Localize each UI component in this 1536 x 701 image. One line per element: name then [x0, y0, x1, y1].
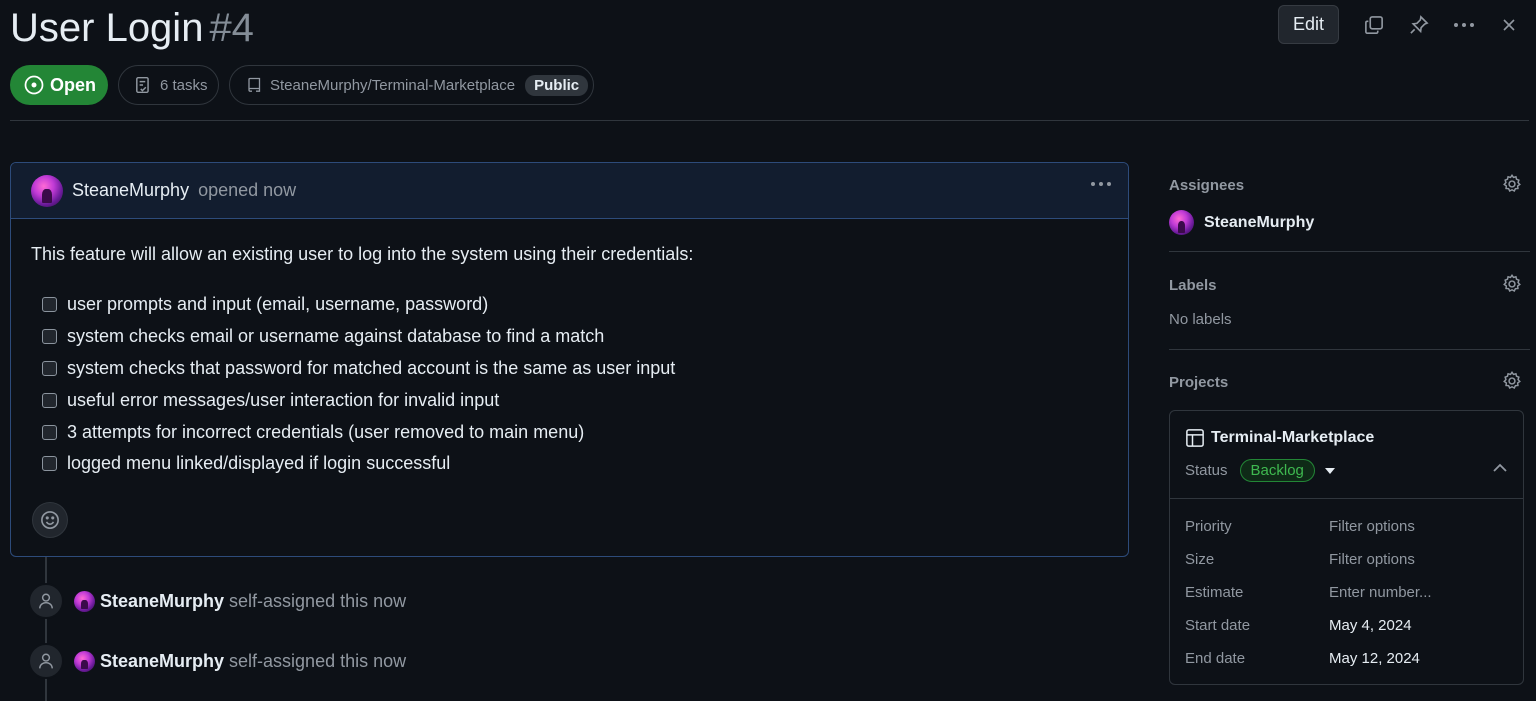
task-label: system checks that password for matched …	[67, 357, 676, 378]
labels-empty-text: No labels	[1169, 311, 1232, 328]
avatar	[1169, 210, 1194, 235]
table-icon	[1186, 429, 1204, 447]
labels-gear-icon[interactable]	[1501, 273, 1525, 297]
project-title[interactable]: Terminal-Marketplace	[1185, 428, 1374, 448]
issue-number: #4	[209, 6, 254, 50]
comment-body: This feature will allow an existing user…	[11, 219, 1128, 480]
header-divider	[10, 120, 1529, 121]
task-item[interactable]: system checks that password for matched …	[31, 353, 1108, 385]
add-reaction-button[interactable]	[32, 502, 68, 538]
field-value[interactable]: May 12, 2024	[1329, 650, 1420, 667]
event-text: self-assigned this now	[229, 590, 407, 611]
timeline-event: SteaneMurphy self-assigned this now	[28, 643, 406, 679]
task-checkbox[interactable]	[42, 297, 57, 313]
edit-button[interactable]: Edit	[1278, 5, 1339, 44]
project-divider	[1170, 498, 1523, 499]
pin-icon[interactable]	[1406, 12, 1432, 38]
task-checkbox[interactable]	[42, 424, 57, 440]
issue-title-text: User Login	[10, 6, 204, 50]
project-name[interactable]: Terminal-Marketplace	[1211, 429, 1374, 447]
tasks-pill[interactable]: 6 tasks	[118, 65, 219, 105]
task-checkbox[interactable]	[42, 456, 57, 472]
copy-icon[interactable]	[1361, 12, 1387, 38]
field-value[interactable]: May 4, 2024	[1329, 617, 1412, 634]
event-author[interactable]: SteaneMurphy	[100, 651, 224, 672]
triangle-down-icon[interactable]	[1324, 467, 1335, 474]
status-value-badge[interactable]: Backlog	[1239, 459, 1315, 482]
close-icon[interactable]	[1496, 12, 1522, 38]
project-field-estimate[interactable]: Estimate Enter number...	[1185, 584, 1515, 601]
task-item[interactable]: useful error messages/user interaction f…	[31, 384, 1108, 416]
assignees-heading[interactable]: Assignees	[1169, 177, 1244, 194]
person-icon	[28, 583, 64, 619]
field-label: Size	[1185, 551, 1215, 568]
field-label: End date	[1185, 650, 1246, 667]
task-label: system checks email or username against …	[67, 326, 605, 347]
comment-author[interactable]: SteaneMurphy	[72, 180, 189, 201]
field-label: Priority	[1185, 518, 1232, 535]
comment-menu-icon[interactable]	[1090, 181, 1112, 187]
field-value[interactable]: Enter number...	[1329, 584, 1432, 601]
status-label: Open	[50, 74, 97, 95]
task-label: logged menu linked/displayed if login su…	[67, 453, 451, 474]
field-label: Start date	[1185, 617, 1251, 634]
assignee-item[interactable]: SteaneMurphy	[1169, 210, 1314, 235]
repo-pill[interactable]: SteaneMurphy/Terminal-Marketplace Public	[229, 65, 594, 105]
task-checkbox[interactable]	[42, 360, 57, 376]
tasks-count: 6 tasks	[160, 76, 208, 94]
repo-name[interactable]: SteaneMurphy/Terminal-Marketplace	[270, 77, 515, 94]
status-badge-open: Open	[10, 65, 108, 105]
projects-heading[interactable]: Projects	[1169, 374, 1228, 391]
avatar[interactable]	[74, 590, 95, 612]
issue-comment: SteaneMurphy opened now This feature wil…	[10, 162, 1129, 557]
event-text: self-assigned this now	[229, 650, 407, 671]
avatar[interactable]	[31, 174, 63, 207]
timeline-line	[45, 557, 47, 701]
project-field-size[interactable]: Size Filter options	[1185, 551, 1515, 568]
project-card: Terminal-Marketplace Status Backlog Prio…	[1169, 410, 1524, 685]
chevron-up-icon[interactable]	[1493, 463, 1507, 472]
project-status-row: Status Backlog	[1185, 459, 1335, 482]
task-checkbox[interactable]	[42, 329, 57, 345]
task-label: 3 attempts for incorrect credentials (us…	[67, 421, 585, 442]
avatar[interactable]	[74, 650, 95, 672]
field-label: Estimate	[1185, 584, 1244, 601]
project-field-start-date[interactable]: Start date May 4, 2024	[1185, 617, 1515, 634]
task-item[interactable]: logged menu linked/displayed if login su…	[31, 448, 1108, 480]
event-author[interactable]: SteaneMurphy	[100, 591, 224, 612]
task-label: user prompts and input (email, username,…	[67, 294, 489, 315]
person-icon	[28, 643, 64, 679]
sidebar-divider	[1169, 251, 1530, 252]
comment-header: SteaneMurphy opened now	[11, 163, 1128, 219]
field-value[interactable]: Filter options	[1329, 518, 1415, 535]
projects-gear-icon[interactable]	[1501, 370, 1525, 394]
comment-time: opened now	[198, 180, 297, 200]
project-field-priority[interactable]: Priority Filter options	[1185, 518, 1515, 535]
sidebar-divider	[1169, 349, 1530, 350]
task-item[interactable]: 3 attempts for incorrect credentials (us…	[31, 416, 1108, 448]
repo-icon	[248, 77, 261, 92]
field-value[interactable]: Filter options	[1329, 551, 1415, 568]
visibility-badge: Public	[525, 74, 589, 96]
assignee-name[interactable]: SteaneMurphy	[1204, 214, 1314, 232]
more-options-icon[interactable]	[1451, 12, 1477, 38]
task-label: useful error messages/user interaction f…	[67, 389, 500, 410]
labels-heading[interactable]: Labels	[1169, 277, 1217, 294]
task-item[interactable]: system checks email or username against …	[31, 321, 1108, 353]
smiley-icon	[41, 511, 59, 529]
issue-open-icon	[24, 75, 44, 95]
timeline-event: SteaneMurphy self-assigned this now	[28, 583, 406, 619]
comment-intro: This feature will allow an existing user…	[31, 244, 694, 264]
status-field-label: Status	[1185, 462, 1228, 479]
assignees-gear-icon[interactable]	[1501, 173, 1525, 197]
checklist-icon	[136, 76, 149, 94]
project-field-end-date[interactable]: End date May 12, 2024	[1185, 650, 1515, 667]
issue-title: User Login #4	[10, 4, 254, 52]
task-item[interactable]: user prompts and input (email, username,…	[31, 289, 1108, 321]
task-checkbox[interactable]	[42, 392, 57, 408]
